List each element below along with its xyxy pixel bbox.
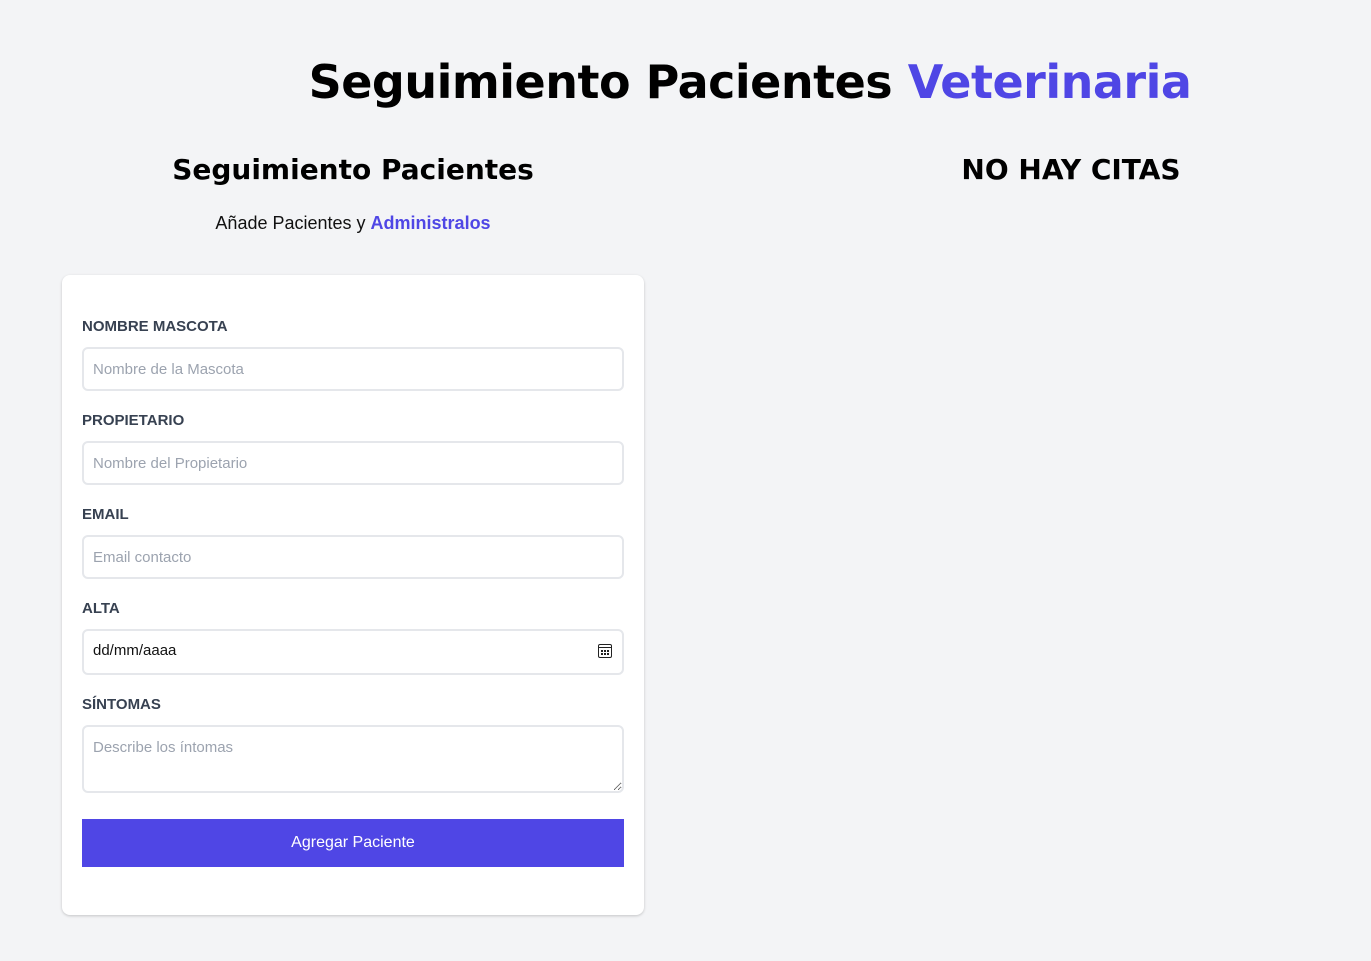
tagline-text: Añade Pacientes y [215,213,366,233]
propietario-input[interactable] [82,441,624,485]
sintomas-textarea[interactable] [82,725,624,793]
appointments-section: NO HAY CITAS [770,150,1371,190]
tagline-accent: Administralos [370,213,491,233]
email-input[interactable] [82,535,624,579]
mascota-input[interactable] [82,347,624,391]
page-title-accent: Veterinaria [907,55,1192,109]
form-section-header: Seguimiento Pacientes Añade Pacientes y … [62,150,644,236]
no-appointments-title: NO HAY CITAS [961,153,1181,186]
field-propietario: Propietario [82,411,624,485]
field-sintomas: Síntomas [82,695,624,793]
alta-date-text: dd/mm/aaaa [93,642,177,659]
page-title-main: Seguimiento Pacientes [308,55,893,109]
field-alta: Alta dd/mm/aaaa [82,599,624,675]
email-label: Email [82,506,129,523]
form-section-tagline: Añade Pacientes y Administralos [62,210,644,236]
page-title: Seguimiento Pacientes Veterinaria [0,54,1371,110]
calendar-icon[interactable] [598,644,612,658]
field-email: Email [82,505,624,579]
propietario-label: Propietario [82,412,185,429]
alta-date-input[interactable]: dd/mm/aaaa [82,629,624,675]
mascota-label: Nombre Mascota [82,318,228,335]
sintomas-label: Síntomas [82,696,161,713]
field-mascota: Nombre Mascota [82,317,624,391]
agregar-paciente-button[interactable]: Agregar Paciente [82,819,624,867]
patient-form: Nombre Mascota Propietario Email Alta dd… [62,275,644,915]
alta-label: Alta [82,600,120,617]
form-section-title: Seguimiento Pacientes [172,153,534,186]
